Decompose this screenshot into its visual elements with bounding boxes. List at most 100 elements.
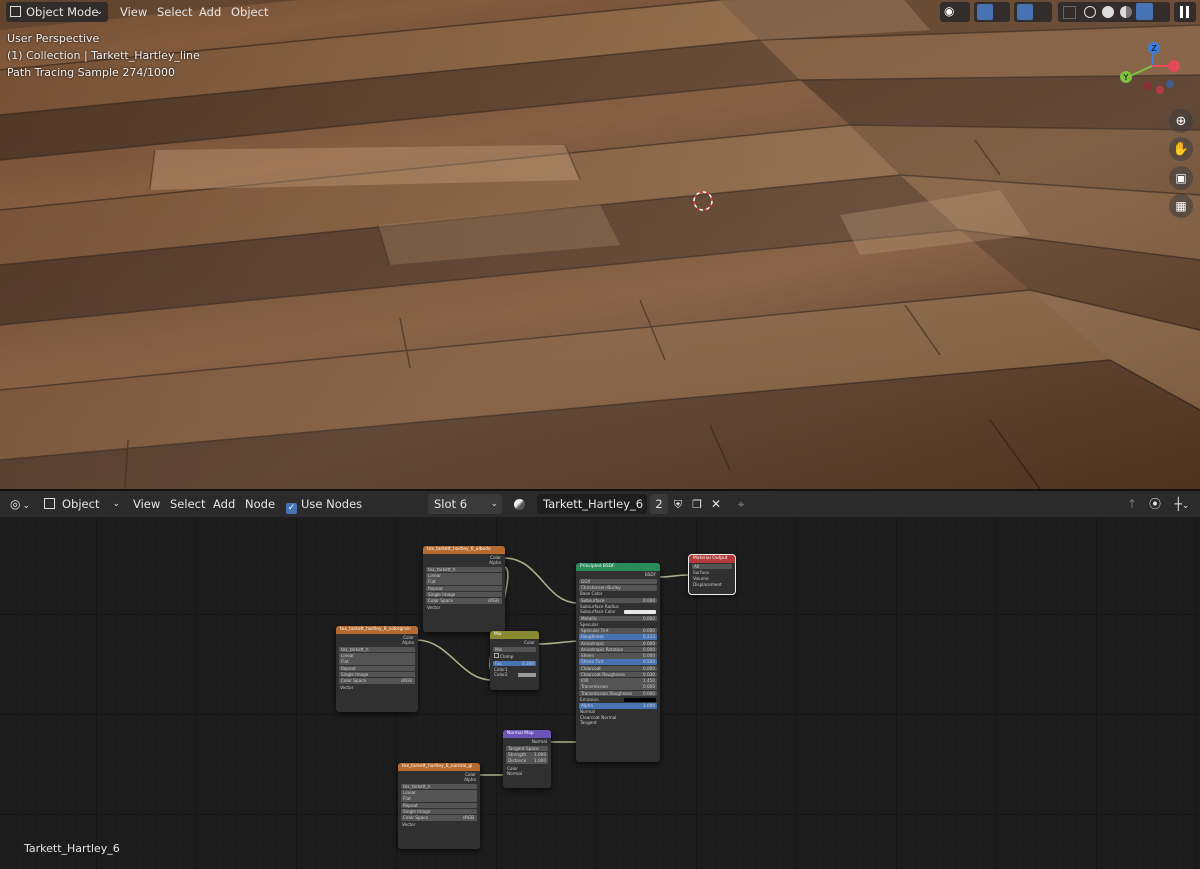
bsdf-input-alpha[interactable]: Alpha 1.000 — [579, 703, 657, 709]
bsdf-input-value: 0.233 — [643, 634, 655, 640]
node-header: Mix — [490, 631, 539, 639]
color-space-dropdown[interactable]: Color Space sRGB — [426, 598, 502, 604]
bsdf-input-specular-tint[interactable]: Specular Tint 0.000 — [579, 628, 657, 634]
subsurface-color-swatch[interactable] — [624, 610, 656, 615]
principled-bsdf-node[interactable]: Principled BSDF BSDF GGX Christensen-Bur… — [576, 563, 660, 762]
source-dropdown[interactable]: Single Image — [339, 671, 415, 678]
extension-dropdown[interactable]: Repeat — [426, 585, 502, 591]
active-material-label: Tarkett_Hartley_6 — [24, 842, 120, 855]
bsdf-input-sheen-tint[interactable]: Sheen Tint 0.500 — [579, 659, 657, 665]
link-bsdf-output — [657, 574, 691, 578]
distance-label: Distance — [508, 758, 527, 764]
link-albedo-basecolor — [503, 557, 579, 604]
bsdf-input-value: 0.000 — [643, 653, 655, 658]
interpolation-dropdown[interactable]: Linear — [401, 790, 477, 796]
link-mix-color — [537, 640, 579, 645]
interpolation-dropdown[interactable]: Linear — [426, 573, 502, 579]
bsdf-input-value: 0.000 — [643, 628, 655, 633]
projection-dropdown[interactable]: Flat — [339, 659, 415, 665]
color2-swatch[interactable] — [518, 673, 536, 677]
projection-dropdown[interactable]: Flat — [426, 579, 502, 585]
image-file-field[interactable]: tex_tarkett_h — [426, 566, 502, 573]
projection-dropdown[interactable]: Flat — [401, 796, 477, 802]
image-texture-node-normal[interactable]: tex_tarkett_hartley_6_normal_gl Color Al… — [398, 763, 480, 849]
bsdf-input-specular: Specular — [576, 622, 660, 628]
image-texture-node-albedo[interactable]: tex_tarkett_hartley_6_albedo Color Alpha… — [423, 546, 505, 632]
input-vector: Vector — [402, 822, 416, 828]
image-file-name: tex_tarkett_h — [403, 783, 431, 789]
node-header: tex_tarkett_hartley_6_normal_gl — [398, 763, 480, 771]
color-space-dropdown[interactable]: Color Space sRGB — [401, 815, 477, 821]
target-dropdown[interactable]: All — [692, 563, 732, 570]
interpolation-dropdown[interactable]: Linear — [339, 653, 415, 659]
clamp-label: Clamp — [500, 654, 514, 659]
bsdf-input-label: Clearcoat Normal — [580, 714, 617, 720]
bsdf-input-clearcoat-roughness[interactable]: Clearcoat Roughness 0.030 — [579, 671, 657, 678]
blend-type-dropdown[interactable]: Mix — [493, 646, 536, 653]
bsdf-input-label: Specular Tint — [581, 628, 609, 633]
bsdf-input-value: 0.000 — [643, 597, 655, 603]
bsdf-input-ior[interactable]: IOR 1.450 — [579, 678, 657, 684]
extension-dropdown[interactable]: Repeat — [339, 665, 415, 671]
source-dropdown[interactable]: Single Image — [426, 591, 502, 598]
node-header: Normal Map — [503, 730, 551, 738]
material-output-node[interactable]: Material Output All Surface Volume Displ… — [688, 554, 736, 595]
bsdf-input-label: Tangent — [580, 720, 597, 726]
node-header: Principled BSDF — [576, 563, 660, 571]
bsdf-input-value: 0.000 — [643, 640, 655, 646]
link-colorgrain-mix — [415, 639, 493, 681]
space-dropdown[interactable]: Tangent Space — [506, 745, 548, 752]
output-alpha: Alpha — [402, 640, 414, 645]
output-alpha: Alpha — [489, 560, 501, 565]
strength-field[interactable]: Strength 1.000 — [506, 752, 548, 758]
bsdf-input-label: Base Color — [580, 591, 603, 597]
color-space-value: sRGB — [462, 815, 474, 820]
bsdf-input-metallic[interactable]: Metallic 0.000 — [579, 615, 657, 621]
color-space-value: sRGB — [487, 598, 499, 603]
normal-map-node[interactable]: Normal Map Normal Tangent Space Strength… — [503, 730, 551, 788]
bsdf-input-label: IOR — [581, 678, 589, 683]
image-texture-node-colorgrain[interactable]: tex_tarkett_hartley_6_colorgrain Color A… — [336, 626, 418, 712]
bsdf-input-clearcoat[interactable]: Clearcoat 0.000 — [579, 665, 657, 671]
bsdf-input-subsurface-color: Subsurface Color — [576, 609, 660, 615]
subsurface-method-dropdown[interactable]: Christensen-Burley — [579, 585, 657, 591]
bsdf-input-label: Transmission — [581, 684, 609, 690]
clamp-checkbox[interactable]: Clamp — [490, 653, 539, 660]
bsdf-input-sheen[interactable]: Sheen 0.000 — [579, 653, 657, 659]
input-vector: Vector — [427, 605, 441, 611]
bsdf-input-label: Clearcoat Roughness — [581, 671, 626, 677]
fac-slider[interactable]: Fac 0.300 — [493, 660, 536, 667]
emission-color-swatch[interactable] — [624, 697, 656, 702]
bsdf-input-transmission[interactable]: Transmission 0.000 — [579, 684, 657, 690]
bsdf-input-value: 0.000 — [643, 684, 655, 690]
source-dropdown[interactable]: Single Image — [401, 808, 477, 815]
bsdf-input-anisotropic-rotation[interactable]: Anisotropic Rotation 0.000 — [579, 646, 657, 653]
bsdf-input-value: 0.000 — [643, 690, 655, 696]
node-header: tex_tarkett_hartley_6_albedo — [423, 546, 505, 554]
bsdf-input-label: Metallic — [581, 615, 598, 621]
input-color2: Color2 — [490, 672, 539, 678]
bsdf-input-label: Roughness — [581, 634, 604, 640]
distance-field[interactable]: Distance 1.000 — [506, 758, 548, 764]
node-header: tex_tarkett_hartley_6_colorgrain — [336, 626, 418, 634]
bsdf-input-tangent: Tangent — [576, 720, 660, 726]
output-alpha: Alpha — [464, 777, 476, 782]
color-space-value: sRGB — [400, 678, 412, 683]
bsdf-input-label: Anisotropic Rotation — [581, 646, 624, 652]
bsdf-input-value: 1.450 — [643, 678, 655, 683]
extension-dropdown[interactable]: Repeat — [401, 802, 477, 808]
distribution-dropdown[interactable]: GGX — [579, 578, 657, 585]
image-file-field[interactable]: tex_tarkett_h — [401, 783, 477, 790]
bsdf-input-label: Subsurface — [581, 597, 605, 603]
bsdf-input-anisotropic[interactable]: Anisotropic 0.000 — [579, 640, 657, 646]
image-file-field[interactable]: tex_tarkett_h — [339, 646, 415, 653]
fac-value: 0.300 — [522, 660, 534, 666]
bsdf-input-subsurface[interactable]: Subsurface 0.000 — [579, 597, 657, 603]
node-header: Material Output — [689, 555, 735, 563]
bsdf-input-roughness[interactable]: Roughness 0.233 — [579, 634, 657, 640]
mix-node[interactable]: Mix Color Mix Clamp Fac 0.300 Color1 Colo… — [490, 631, 539, 690]
bsdf-input-transmission-roughness[interactable]: Transmission Roughness 0.000 — [579, 690, 657, 696]
color-space-dropdown[interactable]: Color Space sRGB — [339, 678, 415, 684]
checkbox-icon — [494, 653, 499, 658]
input-displacement: Displacement — [693, 582, 722, 587]
